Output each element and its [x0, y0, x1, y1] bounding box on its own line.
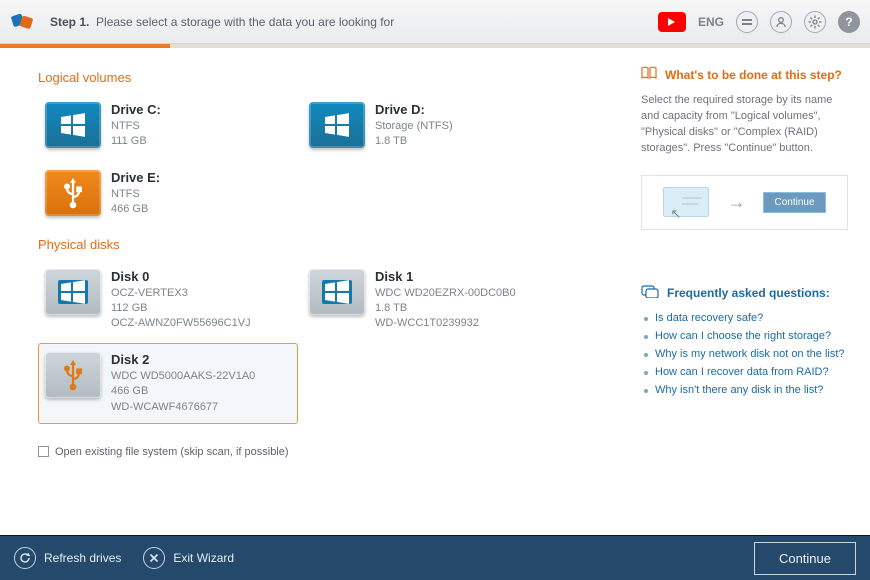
hint-storage-icon: ↖ [663, 187, 709, 217]
faq-item[interactable]: Why is my network disk not on the list? [641, 345, 848, 363]
hint-continue-button: Continue [763, 192, 825, 213]
section-logical-volumes: Logical volumes [38, 70, 627, 85]
disk-name: Disk 1 [375, 269, 516, 284]
volume-fs: Storage (NTFS) [375, 119, 453, 134]
faq-item[interactable]: How can I choose the right storage? [641, 327, 848, 345]
volume-name: Drive E: [111, 170, 160, 185]
logical-volume-item[interactable]: Drive E: NTFS 466 GB [38, 161, 298, 227]
disk-name: Disk 0 [111, 269, 251, 284]
disk-model: WDC WD5000AAKS-22V1A0 [111, 369, 255, 384]
volume-icon [309, 102, 365, 148]
disk-serial: WD-WCC1T0239932 [375, 316, 516, 331]
step-instruction: Please select a storage with the data yo… [96, 15, 394, 29]
faq-list: Is data recovery safe?How can I choose t… [641, 309, 848, 399]
volume-icon [45, 102, 101, 148]
continue-button[interactable]: Continue [754, 542, 856, 575]
volume-fs: NTFS [111, 119, 161, 134]
book-icon [641, 66, 657, 83]
hint-arrow-icon: → [727, 192, 745, 213]
disk-size: 466 GB [111, 384, 255, 399]
physical-disk-item[interactable]: Disk 2 WDC WD5000AAKS-22V1A0 466 GB WD-W… [38, 343, 298, 424]
volume-size: 466 GB [111, 202, 160, 217]
volume-size: 111 GB [111, 134, 161, 149]
help-illustration: ↖ → Continue [641, 175, 848, 230]
top-bar: Step 1. Please select a storage with the… [0, 0, 870, 44]
physical-disk-icon [45, 352, 101, 398]
step-number: Step 1. [50, 15, 89, 29]
disk-serial: WD-WCAWF4676677 [111, 400, 255, 415]
volume-name: Drive D: [375, 102, 453, 117]
settings-gear-icon[interactable] [804, 11, 826, 33]
volume-size: 1.8 TB [375, 134, 453, 149]
disk-serial: OCZ-AWNZ0FW55696C1VJ [111, 316, 251, 331]
exit-wizard-button[interactable]: Exit Wizard [143, 547, 234, 569]
volume-icon [45, 170, 101, 216]
app-logo-icon [10, 9, 36, 35]
close-icon [143, 547, 165, 569]
section-physical-disks: Physical disks [38, 237, 627, 252]
user-icon[interactable] [770, 11, 792, 33]
notifications-icon[interactable] [736, 11, 758, 33]
wizard-progress-bar [0, 44, 870, 48]
logical-volume-item[interactable]: Drive C: NTFS 111 GB [38, 93, 298, 159]
language-selector[interactable]: ENG [698, 15, 724, 29]
physical-disk-item[interactable]: Disk 0 OCZ-VERTEX3 112 GB OCZ-AWNZ0FW556… [38, 260, 298, 341]
help-heading: What's to be done at this step? [641, 66, 848, 83]
help-text: Select the required storage by its name … [641, 93, 848, 157]
storage-list-panel: Logical volumes Drive C: NTFS 111 GB Dri… [0, 48, 635, 535]
checkbox-label: Open existing file system (skip scan, if… [55, 446, 289, 458]
help-sidebar: What's to be done at this step? Select t… [635, 48, 870, 535]
disk-size: 1.8 TB [375, 301, 516, 316]
help-icon[interactable]: ? [838, 11, 860, 33]
faq-heading: Frequently asked questions: [641, 285, 848, 301]
physical-disk-item[interactable]: Disk 1 WDC WD20EZRX-00DC0B0 1.8 TB WD-WC… [302, 260, 562, 341]
volume-name: Drive C: [111, 102, 161, 117]
volume-fs: NTFS [111, 187, 160, 202]
logical-volume-item[interactable]: Drive D: Storage (NTFS) 1.8 TB [302, 93, 562, 159]
refresh-drives-button[interactable]: Refresh drives [14, 547, 121, 569]
disk-model: WDC WD20EZRX-00DC0B0 [375, 286, 516, 301]
physical-disk-icon [45, 269, 101, 315]
wizard-footer: Refresh drives Exit Wizard Continue [0, 535, 870, 580]
faq-item[interactable]: How can I recover data from RAID? [641, 363, 848, 381]
disk-model: OCZ-VERTEX3 [111, 286, 251, 301]
checkbox-icon[interactable] [38, 446, 49, 457]
faq-item[interactable]: Is data recovery safe? [641, 309, 848, 327]
faq-item[interactable]: Why isn't there any disk in the list? [641, 381, 848, 399]
refresh-icon [14, 547, 36, 569]
youtube-icon[interactable] [658, 12, 686, 32]
disk-size: 112 GB [111, 301, 251, 316]
faq-icon [641, 285, 659, 301]
physical-disk-icon [309, 269, 365, 315]
disk-name: Disk 2 [111, 352, 255, 367]
skip-scan-checkbox[interactable]: Open existing file system (skip scan, if… [38, 446, 627, 458]
